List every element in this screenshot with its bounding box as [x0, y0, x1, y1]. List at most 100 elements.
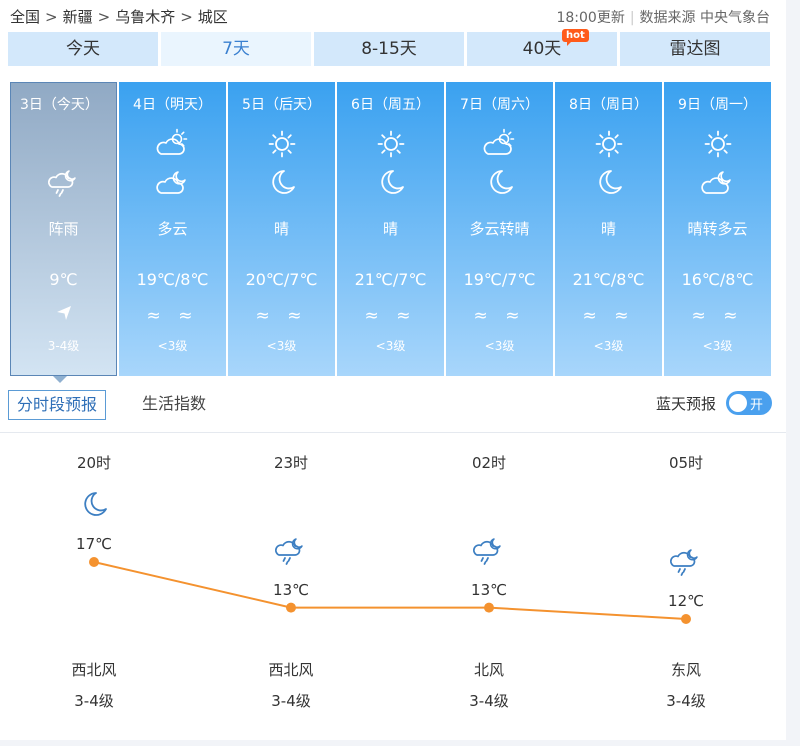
day-temperature: 16℃/8℃ — [681, 270, 754, 289]
hour-temperature: 13℃ — [273, 580, 309, 599]
top-bar: 全国 > 新疆 > 乌鲁木齐 > 城区 18:00更新 | 数据来源 中央气象台 — [10, 0, 770, 32]
day-date: 7日（周六） — [460, 97, 539, 113]
temperature-point — [484, 602, 494, 613]
tab-radar[interactable]: 雷达图 — [620, 32, 770, 66]
day-weather-desc: 晴 — [382, 220, 398, 238]
day-date: 4日（明天） — [133, 97, 212, 113]
day-column-today[interactable]: 3日（今天） 阵雨 9℃ 3-4级 — [10, 82, 117, 376]
day-column[interactable]: 6日（周五） 晴 21℃/7℃ ≈ ≈ <3级 — [337, 82, 444, 376]
wind-waves-icon: ≈ ≈ — [255, 306, 308, 326]
hour-wind-level: 3-4级 — [666, 692, 706, 710]
hour-wind-direction: 西北风 — [268, 661, 314, 679]
hour-temperature: 13℃ — [471, 580, 507, 599]
sun-icon — [374, 128, 408, 160]
day-date: 8日（周日） — [569, 97, 648, 113]
day-temperature: 9℃ — [49, 270, 78, 289]
tab-8-15-days[interactable]: 8-15天 — [314, 32, 464, 66]
day-date: 9日（周一） — [678, 97, 757, 113]
tab-today[interactable]: 今天 — [8, 32, 158, 66]
wind-waves-icon: ≈ ≈ — [473, 306, 526, 326]
seven-day-forecast: 3日（今天） 阵雨 9℃ 3-4级 4日（明天） 多云 19℃/8℃ ≈ ≈ <3级 5日（后天）… — [10, 82, 774, 376]
temperature-line — [93, 561, 687, 620]
sun-icon — [265, 128, 299, 160]
hour-wind-direction: 西北风 — [71, 661, 117, 679]
tab-40-days[interactable]: 40天 hot — [467, 29, 617, 66]
hour-temperature: 17℃ — [76, 535, 112, 553]
day-column[interactable]: 8日（周日） 晴 21℃/8℃ ≈ ≈ <3级 — [555, 82, 662, 376]
day-temperature: 21℃/7℃ — [354, 270, 427, 289]
update-time: 18:00更新 — [556, 10, 625, 26]
hour-wind-level: 3-4级 — [74, 692, 114, 710]
day-column[interactable]: 4日（明天） 多云 19℃/8℃ ≈ ≈ <3级 — [119, 82, 226, 376]
blue-sky-label: 蓝天预报 — [655, 395, 716, 413]
subtab-hourly-forecast[interactable]: 分时段预报 — [8, 390, 107, 420]
day-column[interactable]: 5日（后天） 晴 20℃/7℃ ≈ ≈ <3级 — [228, 82, 335, 376]
hour-temperature: 12℃ — [668, 592, 704, 610]
breadcrumb-item-country[interactable]: 全国 — [10, 8, 40, 26]
tab-7-days[interactable]: 7天 — [161, 32, 311, 66]
update-meta: 18:00更新 | 数据来源 中央气象台 — [556, 7, 770, 27]
hour-wind-level: 3-4级 — [469, 692, 509, 710]
hour-wind-direction: 东风 — [670, 661, 701, 679]
moon-icon — [374, 166, 408, 198]
day-weather-desc: 阵雨 — [48, 220, 79, 238]
sun-icon — [701, 128, 735, 160]
day-weather-desc: 晴转多云 — [687, 220, 748, 238]
tab-label: 今天 — [66, 39, 100, 59]
hour-time: 20时 — [76, 454, 112, 472]
shower-night-icon — [636, 545, 736, 577]
day-wind-level: <3级 — [593, 339, 624, 353]
subtab-life-index[interactable]: 生活指数 — [134, 390, 214, 418]
blue-sky-toggle[interactable]: 开 — [726, 391, 772, 415]
hour-time: 02时 — [471, 454, 507, 472]
day-wind-level: 3-4级 — [47, 339, 80, 353]
wind-waves-icon: ≈ ≈ — [582, 306, 635, 326]
toggle-knob — [729, 394, 747, 412]
day-weather-desc: 多云转晴 — [469, 220, 530, 238]
selected-day-pointer — [53, 376, 67, 383]
partly-cloudy-day-icon — [483, 128, 517, 160]
tab-label: 雷达图 — [669, 39, 721, 59]
breadcrumb-separator: > — [97, 8, 111, 26]
sun-icon — [592, 128, 626, 160]
breadcrumb-separator: > — [180, 8, 193, 26]
wind-waves-icon: ≈ ≈ — [364, 306, 417, 326]
moon-icon — [265, 166, 299, 198]
hour-wind-level: 3-4级 — [271, 692, 311, 710]
moon-icon — [44, 488, 144, 520]
meta-divider: | — [629, 10, 635, 26]
temperature-point — [286, 602, 296, 613]
temperature-point — [89, 557, 99, 567]
breadcrumb-item-city[interactable]: 乌鲁木齐 — [115, 8, 175, 26]
day-temperature: 19℃/8℃ — [136, 270, 209, 289]
day-date: 3日（今天） — [20, 97, 99, 113]
breadcrumb: 全国 > 新疆 > 乌鲁木齐 > 城区 — [10, 6, 228, 27]
tab-label: 7天 — [222, 39, 250, 59]
day-weather-desc: 晴 — [273, 220, 289, 238]
wind-waves-icon: ≈ ≈ — [146, 306, 199, 326]
hour-wind-direction: 北风 — [473, 661, 504, 679]
moon-icon — [592, 166, 626, 198]
breadcrumb-item-district: 城区 — [197, 8, 228, 26]
shower-night-icon — [439, 534, 539, 566]
breadcrumb-item-province[interactable]: 新疆 — [63, 8, 93, 26]
day-temperature: 19℃/7℃ — [463, 270, 536, 289]
day-date: 6日（周五） — [351, 97, 430, 113]
tab-label: 40天 — [522, 39, 562, 59]
partly-cloudy-day-icon — [156, 128, 190, 160]
wind-waves-icon: ≈ ≈ — [691, 306, 744, 326]
day-column[interactable]: 9日（周一） 晴转多云 16℃/8℃ ≈ ≈ <3级 — [664, 82, 771, 376]
day-temperature: 20℃/7℃ — [245, 270, 318, 289]
day-weather-desc: 多云 — [157, 220, 188, 238]
toggle-text: 开 — [750, 398, 764, 413]
wind-direction-arrow-icon — [55, 304, 73, 322]
day-column[interactable]: 7日（周六） 多云转晴 19℃/7℃ ≈ ≈ <3级 — [446, 82, 553, 376]
weather-panel: 全国 > 新疆 > 乌鲁木齐 > 城区 18:00更新 | 数据来源 中央气象台 今天 7天 8… — [0, 0, 786, 740]
forecast-tabs: 今天 7天 8-15天 40天 hot 雷达图 — [8, 29, 774, 66]
day-wind-level: <3级 — [375, 339, 406, 353]
hour-time: 05时 — [668, 454, 704, 472]
moon-icon — [483, 166, 517, 198]
section-divider — [0, 432, 786, 433]
hour-time: 23时 — [273, 454, 309, 472]
breadcrumb-separator: > — [45, 8, 58, 26]
